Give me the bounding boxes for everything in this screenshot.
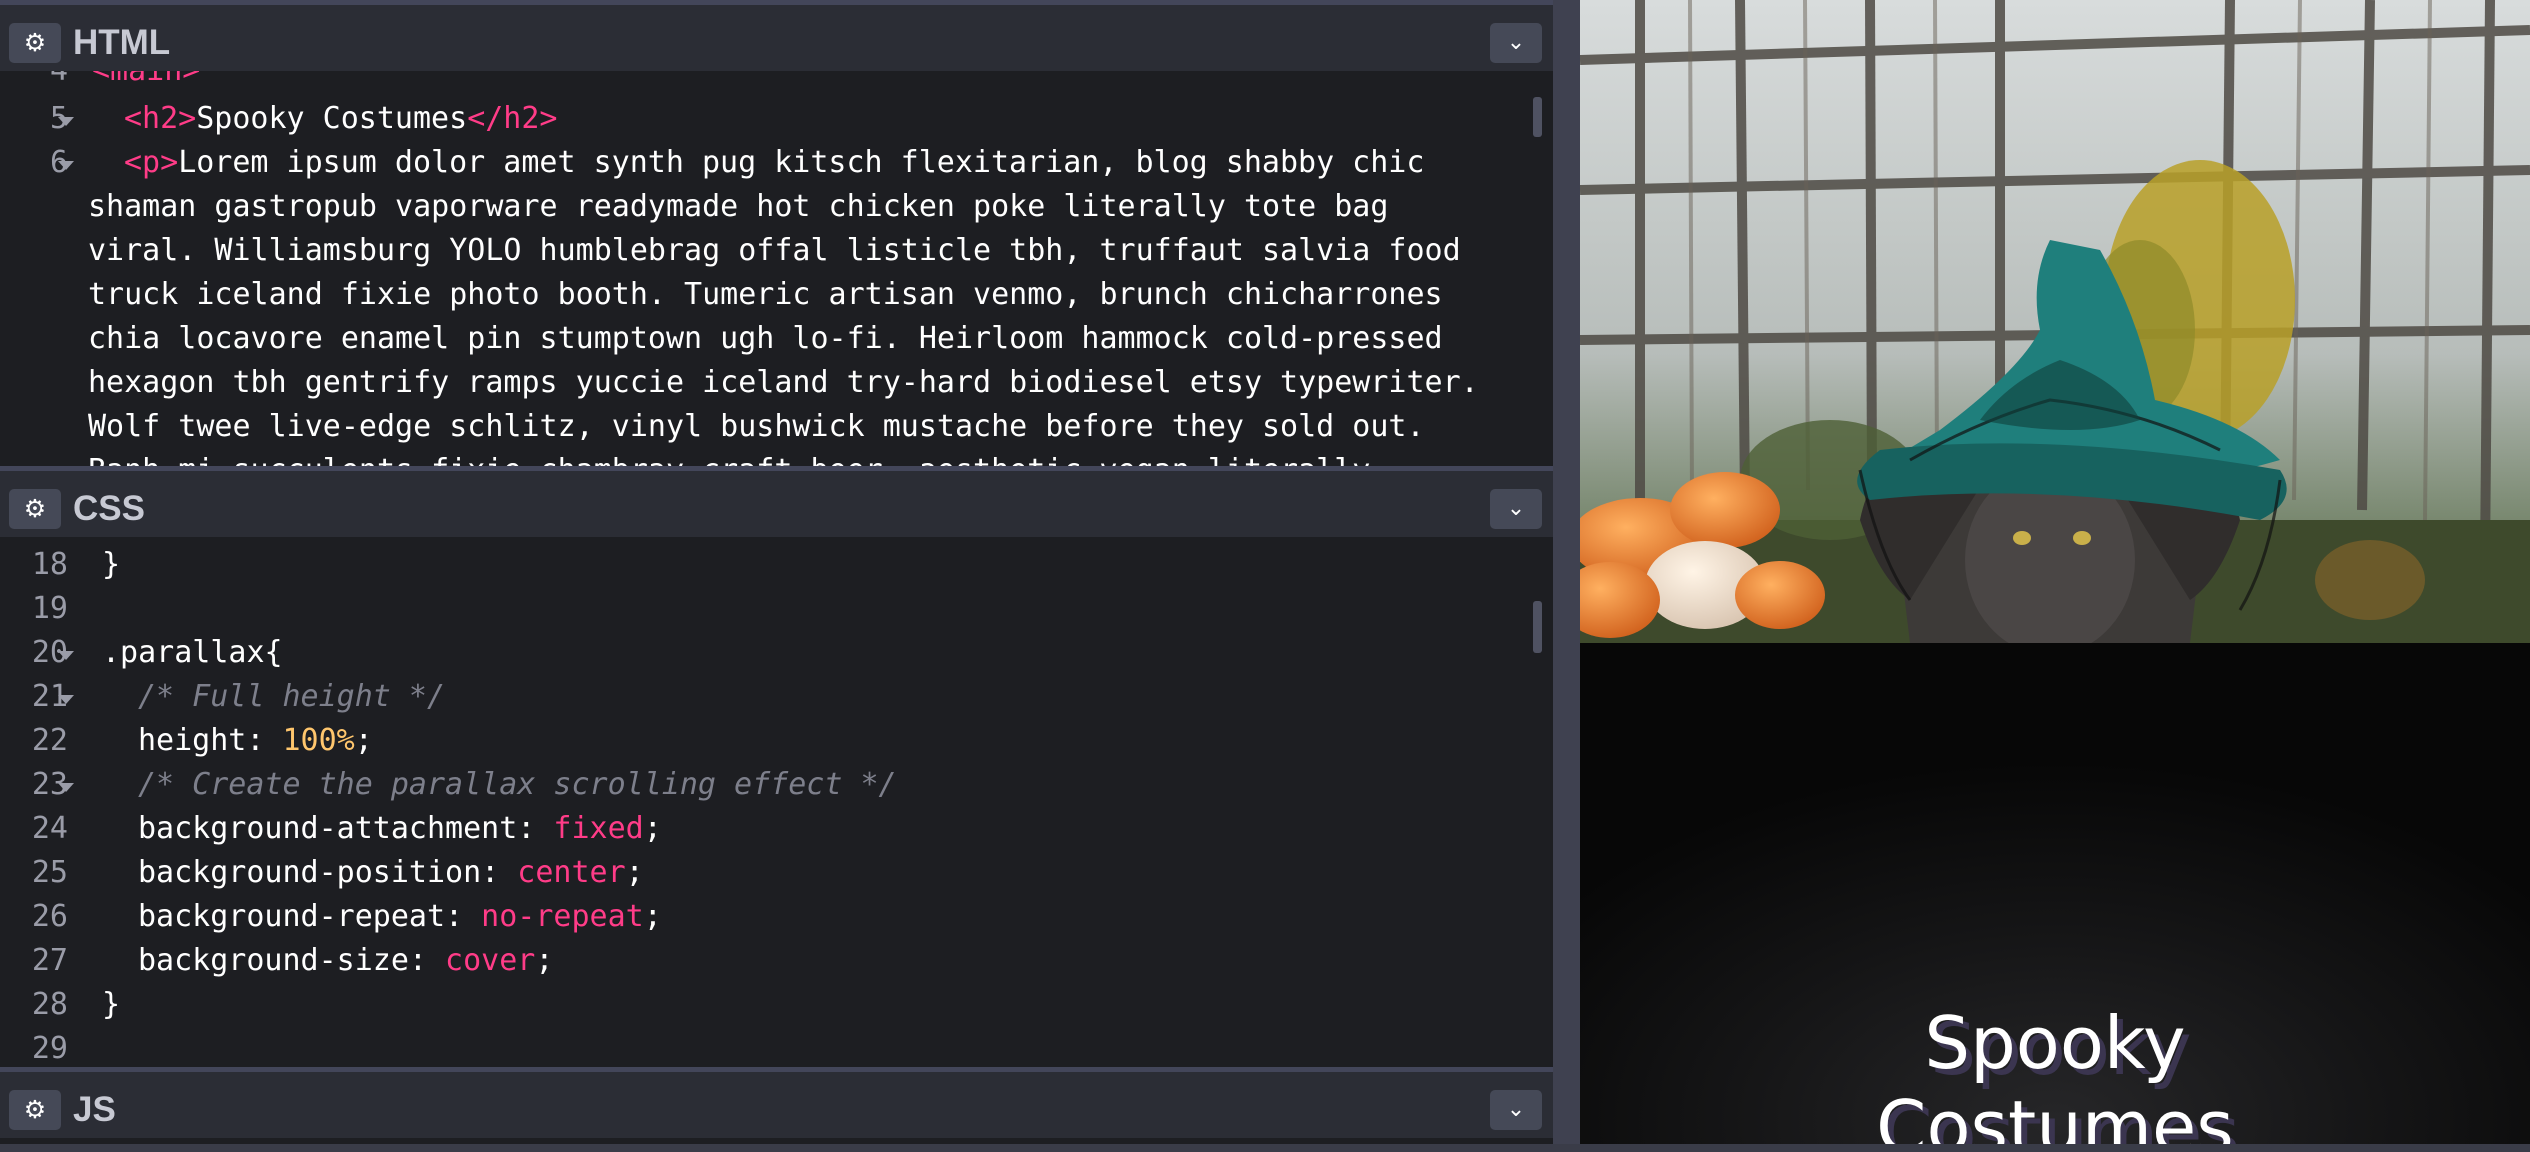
js-collapse-button[interactable]: ⌄ (1490, 1090, 1542, 1130)
css-scrollbar-thumb[interactable] (1533, 601, 1542, 653)
line-number: 19 (31, 591, 68, 626)
css-panel-header: ⚙ CSS ⌄ (0, 466, 1553, 537)
code-line: <h2>Spooky Costumes</h2> (124, 97, 558, 141)
editor-column: ⚙ HTML ⌄ 4 5 6 <main> <h2>Spooky Costume… (0, 0, 1553, 1152)
css-terminator: ; (625, 855, 644, 890)
css-terminator: ; (643, 811, 662, 846)
html-gutter: 4 5 6 (0, 71, 90, 466)
line-number: 29 (31, 1031, 68, 1066)
line-number: 28 (31, 987, 68, 1022)
preview-content-section: Spooky Costumes (1580, 643, 2530, 1144)
js-panel: ⚙ JS ⌄ (0, 1067, 1553, 1152)
css-terminator: ; (535, 943, 554, 978)
resize-divider[interactable] (1553, 0, 1580, 1152)
code-line: } (102, 987, 121, 1022)
chevron-down-icon: ⌄ (1506, 30, 1526, 55)
css-code-area[interactable]: 18 19 20 21 22 23 24 25 26 27 28 29 } .p… (0, 537, 1553, 1067)
code-line: <main> (92, 71, 200, 93)
code-line: .parallax{ (102, 635, 283, 670)
code-line-wrapped: shaman gastropub vaporware readymade hot… (88, 189, 1389, 224)
css-collapse-button[interactable]: ⌄ (1490, 489, 1542, 529)
html-settings-button[interactable]: ⚙ (9, 23, 61, 63)
js-settings-button[interactable]: ⚙ (9, 1090, 61, 1130)
fold-arrow[interactable] (58, 117, 74, 126)
css-value: no-repeat (481, 899, 644, 934)
fold-arrow[interactable] (58, 695, 74, 704)
html-panel: ⚙ HTML ⌄ 4 5 6 <main> <h2>Spooky Costume… (0, 0, 1553, 466)
code-line-wrapped: viral. Williamsburg YOLO humblebrag offa… (88, 233, 1461, 268)
code-line-wrapped: Banh mi succulents fixie chambray craft … (88, 449, 1370, 466)
tag-content: Lorem ipsum dolor amet synth pug kitsch … (178, 145, 1425, 180)
css-panel-title: CSS (73, 489, 145, 528)
tag-content: Spooky Costumes (196, 101, 468, 136)
code-line: background-position: center; (138, 851, 644, 895)
css-value: cover (445, 943, 536, 978)
preview-pane: Spooky Costumes (1580, 0, 2530, 1144)
bottom-status-bar (0, 1144, 2530, 1152)
js-panel-title: JS (73, 1090, 116, 1129)
html-panel-header: ⚙ HTML ⌄ (0, 0, 1553, 71)
css-value: 100% (282, 723, 355, 758)
chevron-down-icon: ⌄ (1506, 1097, 1526, 1122)
css-property: background-attachment: (138, 811, 554, 846)
css-terminator: ; (354, 723, 373, 758)
html-scrollbar-thumb[interactable] (1533, 97, 1542, 137)
line-number: 27 (31, 943, 68, 978)
code-line-wrapped: chia locavore enamel pin stumptown ugh l… (88, 321, 1443, 356)
line-number: 24 (31, 811, 68, 846)
css-property: background-repeat: (138, 899, 482, 934)
tag-open: <h2> (124, 101, 197, 136)
line-number: 26 (31, 899, 68, 934)
code-line-wrapped: Wolf twee live-edge schlitz, vinyl bushw… (88, 409, 1425, 444)
fold-arrow[interactable] (58, 783, 74, 792)
css-terminator: ; (643, 899, 662, 934)
html-collapse-button[interactable]: ⌄ (1490, 23, 1542, 63)
chevron-down-icon: ⌄ (1506, 496, 1526, 521)
gear-icon: ⚙ (23, 28, 47, 57)
line-number: 22 (31, 723, 68, 758)
code-comment: /* Create the parallax scrolling effect … (138, 767, 897, 802)
html-code-area[interactable]: 4 5 6 <main> <h2>Spooky Costumes</h2> <p… (0, 71, 1553, 466)
css-gutter: 18 19 20 21 22 23 24 25 26 27 28 29 (0, 537, 90, 1067)
code-line: height: 100%; (138, 719, 373, 763)
tag-open: <p> (124, 145, 179, 180)
css-property: background-position: (138, 855, 518, 890)
line-number: 25 (31, 855, 68, 890)
css-panel: ⚙ CSS ⌄ 18 19 20 21 22 23 24 25 26 27 28… (0, 466, 1553, 1067)
preview-heading-line: Spooky (1924, 1001, 2186, 1085)
tag-close: </h2> (467, 101, 558, 136)
gear-icon: ⚙ (23, 1095, 47, 1124)
css-value: center (517, 855, 626, 890)
code-line: background-attachment: fixed; (138, 807, 662, 851)
code-comment: /* Full height */ (138, 679, 446, 714)
html-panel-title: HTML (73, 23, 171, 62)
css-property: height: (138, 723, 283, 758)
code-line: background-repeat: no-repeat; (138, 895, 662, 939)
fold-arrow[interactable] (58, 651, 74, 660)
code-line: <p>Lorem ipsum dolor amet synth pug kits… (124, 141, 1424, 185)
code-line: } (102, 547, 121, 582)
gear-icon: ⚙ (23, 494, 47, 523)
fold-arrow[interactable] (58, 161, 74, 170)
css-settings-button[interactable]: ⚙ (9, 489, 61, 529)
code-line: background-size: cover; (138, 939, 553, 983)
css-value: fixed (553, 811, 644, 846)
line-number: 18 (31, 547, 68, 582)
code-line-wrapped: truck iceland fixie photo booth. Tumeric… (88, 277, 1443, 312)
code-line-wrapped: hexagon tbh gentrify ramps yuccie icelan… (88, 365, 1479, 400)
preview-heading-line: Costumes (1876, 1085, 2234, 1144)
js-panel-header: ⚙ JS ⌄ (0, 1067, 1553, 1138)
witch-hat-dog-photo (1580, 0, 2530, 643)
css-property: background-size: (138, 943, 446, 978)
line-number: 4 (0, 71, 68, 93)
